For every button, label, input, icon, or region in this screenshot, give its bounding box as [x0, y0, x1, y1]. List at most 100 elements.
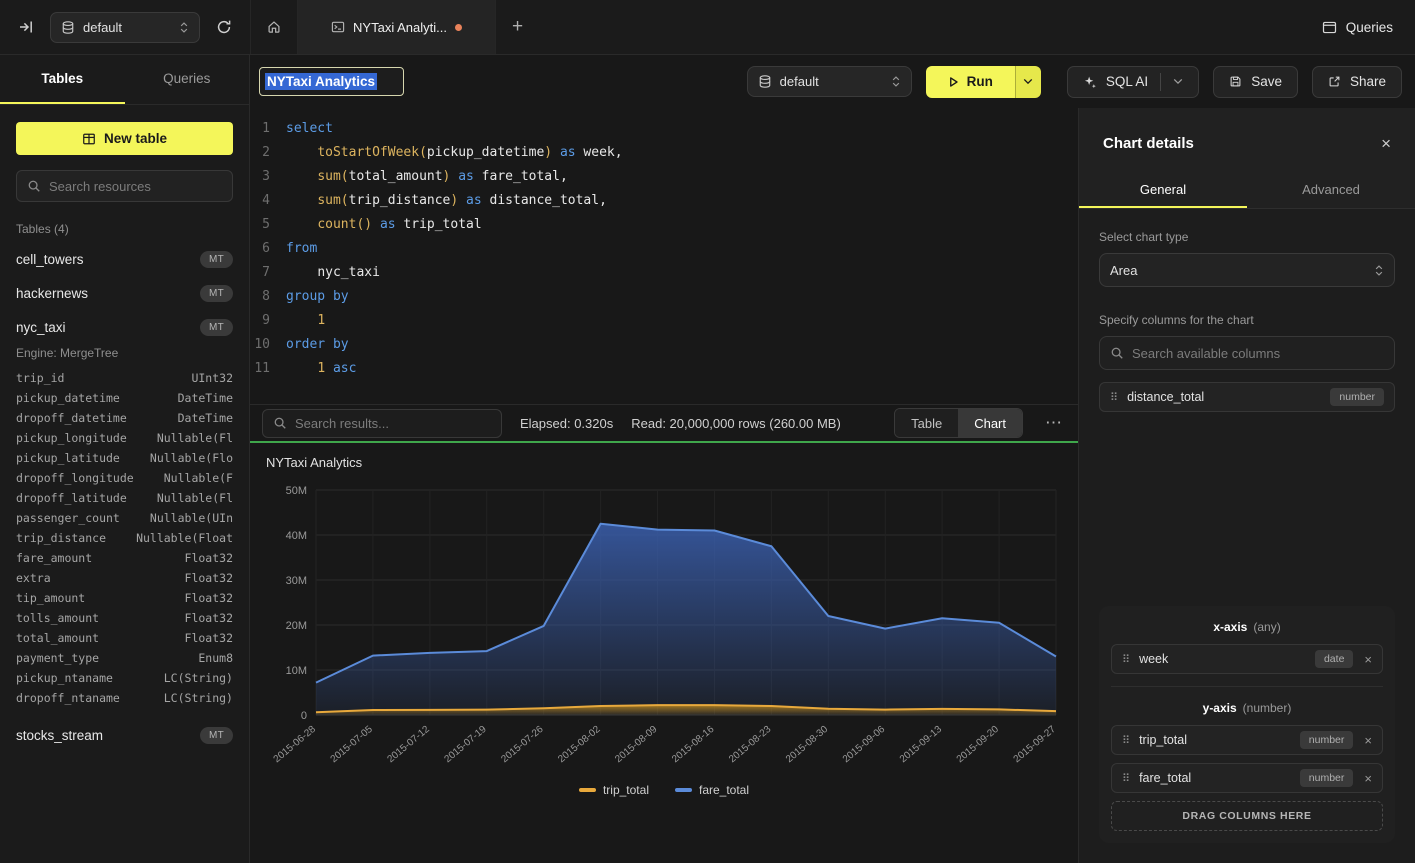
- results-search-input[interactable]: [295, 416, 491, 431]
- drag-handle-icon[interactable]: ⠿: [1122, 772, 1130, 785]
- run-options-button[interactable]: [1015, 66, 1041, 98]
- code-text: sum(total_amount) as fare_total,: [286, 165, 568, 189]
- table-row-stocks_stream[interactable]: stocks_streamMT: [16, 718, 233, 752]
- schema-column-row: pickup_ntanameLC(String): [16, 668, 233, 688]
- svg-text:40M: 40M: [286, 530, 307, 542]
- close-panel-button[interactable]: ×: [1381, 135, 1391, 152]
- collapse-sidebar-button[interactable]: [14, 15, 38, 39]
- sql-ai-options-button[interactable]: [1173, 78, 1183, 85]
- more-options-button[interactable]: ⋯: [1041, 409, 1066, 437]
- new-tab-button[interactable]: +: [496, 0, 539, 54]
- drop-zone[interactable]: DRAG COLUMNS HERE: [1111, 801, 1383, 831]
- query-database-selector[interactable]: default: [747, 66, 912, 97]
- svg-text:2015-08-23: 2015-08-23: [727, 724, 774, 766]
- column-name: tolls_amount: [16, 608, 99, 628]
- svg-text:20M: 20M: [286, 620, 307, 632]
- editor-line[interactable]: 11 1 asc: [250, 357, 1078, 381]
- drag-handle-icon[interactable]: ⠿: [1110, 391, 1118, 404]
- tab-general[interactable]: General: [1079, 173, 1247, 208]
- legend-item-fare_total[interactable]: fare_total: [675, 783, 749, 797]
- database-selector[interactable]: default: [50, 12, 200, 43]
- column-chip-week[interactable]: ⠿weekdate×: [1111, 644, 1383, 674]
- engine-badge: MT: [200, 251, 233, 268]
- tab-strip: NYTaxi Analyti... +: [250, 0, 539, 54]
- play-icon: [948, 76, 959, 88]
- results-search[interactable]: [262, 409, 502, 438]
- sidebar-tab-queries[interactable]: Queries: [125, 55, 250, 104]
- refresh-button[interactable]: [212, 15, 236, 39]
- table-row-cell_towers[interactable]: cell_towersMT: [16, 242, 233, 276]
- sidebar-search[interactable]: [16, 170, 233, 202]
- editor-line[interactable]: 9 1: [250, 309, 1078, 333]
- column-chip-distance_total[interactable]: ⠿distance_totalnumber: [1099, 382, 1395, 412]
- column-type: Nullable(Flo: [150, 448, 233, 468]
- save-button[interactable]: Save: [1213, 66, 1298, 98]
- drag-handle-icon[interactable]: ⠿: [1122, 734, 1130, 747]
- schema-column-row: pickup_longitudeNullable(Fl: [16, 428, 233, 448]
- column-type: Enum8: [198, 648, 233, 668]
- column-chip-name: distance_total: [1127, 390, 1321, 404]
- chart-legend: trip_total fare_total: [264, 783, 1064, 797]
- editor-line[interactable]: 2 toStartOfWeek(pickup_datetime) as week…: [250, 141, 1078, 165]
- table-row-hackernews[interactable]: hackernewsMT: [16, 276, 233, 310]
- sql-ai-label: SQL AI: [1106, 74, 1148, 89]
- line-number: 2: [250, 141, 286, 165]
- view-toggle: TableChart: [894, 408, 1023, 438]
- engine-badge: MT: [200, 727, 233, 744]
- tab-advanced[interactable]: Advanced: [1247, 173, 1415, 208]
- column-chip-fare_total[interactable]: ⠿fare_totalnumber×: [1111, 763, 1383, 793]
- columns-search-input[interactable]: [1132, 346, 1384, 361]
- editor-line[interactable]: 5 count() as trip_total: [250, 213, 1078, 237]
- code-text: 1 asc: [286, 357, 356, 381]
- query-title-input[interactable]: NYTaxi Analytics: [259, 67, 404, 96]
- updown-chevron-icon: [891, 75, 901, 88]
- schema-column-row: tolls_amountFloat32: [16, 608, 233, 628]
- query-tab-active[interactable]: NYTaxi Analyti...: [298, 0, 496, 54]
- editor-line[interactable]: 7 nyc_taxi: [250, 261, 1078, 285]
- chart-svg: 010M20M30M40M50M2015-06-282015-07-052015…: [264, 476, 1064, 781]
- editor-line[interactable]: 10order by: [250, 333, 1078, 357]
- code-text: nyc_taxi: [286, 261, 380, 285]
- editor-line[interactable]: 6from: [250, 237, 1078, 261]
- editor-line[interactable]: 1select: [250, 117, 1078, 141]
- column-type: DateTime: [178, 388, 233, 408]
- line-number: 1: [250, 117, 286, 141]
- remove-column-icon[interactable]: ×: [1362, 733, 1372, 748]
- sql-ai-button[interactable]: SQL AI: [1067, 66, 1199, 98]
- chart-details-panel: Chart details × General Advanced Select …: [1078, 108, 1415, 863]
- editor-line[interactable]: 4 sum(trip_distance) as distance_total,: [250, 189, 1078, 213]
- code-text: count() as trip_total: [286, 213, 482, 237]
- sidebar-tab-tables[interactable]: Tables: [0, 55, 125, 104]
- sidebar-tabs: Tables Queries: [0, 55, 249, 105]
- chart-type-select[interactable]: Area: [1099, 253, 1395, 287]
- column-chip-trip_total[interactable]: ⠿trip_totalnumber×: [1111, 725, 1383, 755]
- column-name: tip_amount: [16, 588, 85, 608]
- column-name: dropoff_latitude: [16, 488, 127, 508]
- view-toggle-table[interactable]: Table: [895, 409, 958, 437]
- queries-button[interactable]: Queries: [1322, 20, 1393, 35]
- column-name: trip_id: [16, 368, 64, 388]
- column-name: extra: [16, 568, 51, 588]
- table-row-nyc_taxi[interactable]: nyc_taxiMT: [16, 310, 233, 344]
- share-button[interactable]: Share: [1312, 66, 1402, 98]
- columns-search[interactable]: [1099, 336, 1395, 370]
- run-button[interactable]: Run: [926, 66, 1041, 98]
- home-tab[interactable]: [250, 0, 298, 54]
- schema-column-row: total_amountFloat32: [16, 628, 233, 648]
- column-name: dropoff_ntaname: [16, 688, 120, 708]
- column-type-badge: number: [1300, 769, 1354, 787]
- legend-item-trip_total[interactable]: trip_total: [579, 783, 649, 797]
- sql-editor[interactable]: 1select2 toStartOfWeek(pickup_datetime) …: [250, 108, 1078, 404]
- remove-column-icon[interactable]: ×: [1362, 771, 1372, 786]
- drag-handle-icon[interactable]: ⠿: [1122, 653, 1130, 666]
- editor-line[interactable]: 8group by: [250, 285, 1078, 309]
- line-number: 7: [250, 261, 286, 285]
- new-table-button[interactable]: New table: [16, 122, 233, 155]
- read-stat: Read: 20,000,000 rows (260.00 MB): [631, 416, 841, 431]
- column-type-badge: date: [1315, 650, 1353, 668]
- editor-line[interactable]: 3 sum(total_amount) as fare_total,: [250, 165, 1078, 189]
- view-toggle-chart[interactable]: Chart: [958, 409, 1022, 437]
- svg-text:2015-09-13: 2015-09-13: [898, 724, 945, 766]
- remove-column-icon[interactable]: ×: [1362, 652, 1372, 667]
- sidebar-search-input[interactable]: [49, 179, 222, 194]
